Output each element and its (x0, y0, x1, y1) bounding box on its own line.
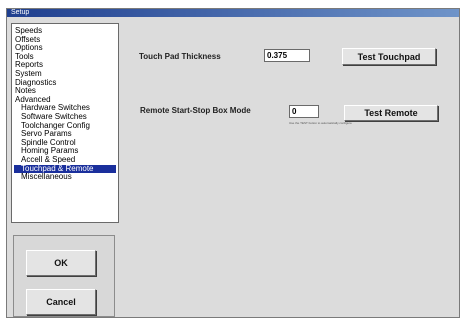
cancel-button[interactable]: Cancel (26, 289, 96, 315)
touchpad-thickness-label: Touch Pad Thickness (139, 52, 221, 61)
test-touchpad-button[interactable]: Test Touchpad (342, 48, 436, 65)
settings-tree[interactable]: Speeds Offsets Options Tools Reports System Di… (11, 23, 119, 223)
tree-item[interactable]: Miscellaneous (14, 172, 116, 182)
setup-window: Setup Speeds Offsets Options Tools Reports Sy… (6, 8, 460, 318)
touchpad-thickness-field[interactable]: 0.375 (264, 49, 310, 62)
ok-button[interactable]: OK (26, 250, 96, 276)
title-bar[interactable]: Setup (7, 9, 459, 17)
test-remote-button[interactable]: Test Remote (344, 105, 438, 121)
window-title: Setup (11, 9, 30, 16)
dialog-button-panel: OK Cancel (13, 235, 115, 317)
remote-mode-label: Remote Start-Stop Box Mode (140, 106, 251, 115)
remote-hint-text: Use the TEST button to automatically con… (289, 121, 352, 125)
remote-mode-field[interactable]: 0 (289, 105, 319, 118)
